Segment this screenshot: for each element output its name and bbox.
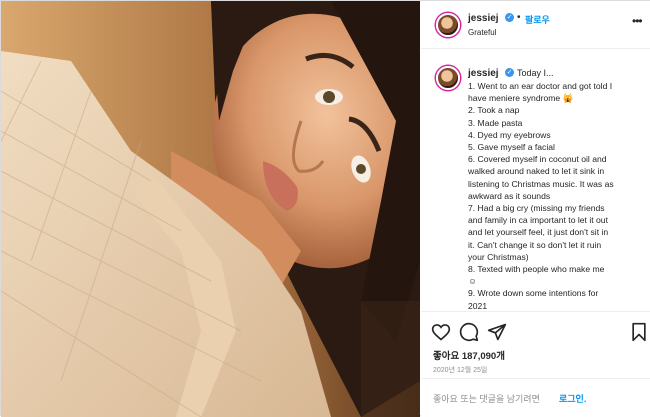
location-link[interactable]: Grateful — [468, 28, 496, 37]
separator-dot: • — [517, 12, 521, 23]
caption-line: 6. Covered myself in coconut oil and — [468, 154, 607, 165]
caption-title: Today I... — [517, 68, 554, 78]
more-horizontal-icon[interactable]: ••• — [632, 14, 643, 28]
caption-line: 8. Texted with people who make me — [468, 264, 605, 275]
heart-icon[interactable] — [431, 322, 451, 342]
share-icon[interactable] — [487, 322, 507, 342]
post-actions: 좋아요 187,090개 2020년 12월 25일 좋아요 또는 댓글을 남기… — [421, 311, 650, 412]
caption-line: ☺ — [468, 276, 477, 287]
login-prompt-bar: 좋아요 또는 댓글을 남기려면 로그인. — [421, 378, 650, 413]
instagram-post: jessiej ✓ • 팔로우 Grateful ••• jessiej ✓ T… — [0, 0, 650, 417]
caption-line: 3. Made pasta — [468, 117, 523, 128]
caption-line: and family in ca important to let it out — [468, 215, 608, 226]
comment-icon[interactable] — [459, 322, 479, 342]
follow-button[interactable]: 팔로우 — [525, 13, 550, 26]
caption-line: 1. Went to an ear doctor and got told I — [468, 81, 613, 91]
caption-avatar[interactable] — [436, 66, 460, 90]
caption-line: listening to Christmas music. It was as — [468, 178, 614, 189]
caption-line: 4. Dyed my eyebrows — [468, 129, 551, 140]
profile-avatar[interactable] — [436, 13, 460, 37]
caption-line: 9. Wrote down some intentions for — [468, 288, 599, 299]
post-header: jessiej ✓ • 팔로우 Grateful ••• — [421, 1, 650, 49]
caption-line: walked around naked to let it sink in — [468, 166, 605, 177]
caption-area[interactable]: jessiej ✓ Today I... 1. Went to an ear d… — [421, 49, 650, 311]
login-prompt-text: 좋아요 또는 댓글을 남기려면 — [433, 394, 540, 404]
login-link[interactable]: 로그인. — [559, 392, 586, 405]
caption-line: and let yourself feel, it just don't sit… — [468, 227, 609, 238]
caption-line: 2. Took a nap — [468, 105, 520, 116]
caption-line: 2021 — [468, 300, 488, 311]
caption-line: 7. Had a big cry (missing my friends — [468, 203, 605, 214]
bookmark-icon[interactable] — [629, 322, 649, 342]
post-photo[interactable] — [1, 1, 420, 417]
caption-line: have meniere syndrome 🙀 — [468, 93, 574, 104]
caption-line: it. Can't change it so don't let it ruin — [468, 239, 602, 250]
like-count[interactable]: 좋아요 187,090개 — [433, 348, 505, 362]
caption-line: your Christmas) — [468, 251, 529, 262]
caption-username[interactable]: jessiej — [468, 68, 499, 79]
post-date[interactable]: 2020년 12월 25일 — [433, 365, 487, 375]
selfie-image — [1, 1, 420, 417]
verified-badge-icon: ✓ — [505, 68, 514, 77]
caption-line: awkward as it sounds — [468, 190, 551, 201]
caption-text: 1. Went to an ear doctor and got told I … — [468, 80, 646, 311]
caption-line: 5. Gave myself a facial — [468, 142, 555, 153]
post-sidebar: jessiej ✓ • 팔로우 Grateful ••• jessiej ✓ T… — [421, 1, 650, 417]
verified-badge-icon: ✓ — [505, 13, 514, 22]
header-username[interactable]: jessiej — [468, 13, 499, 24]
